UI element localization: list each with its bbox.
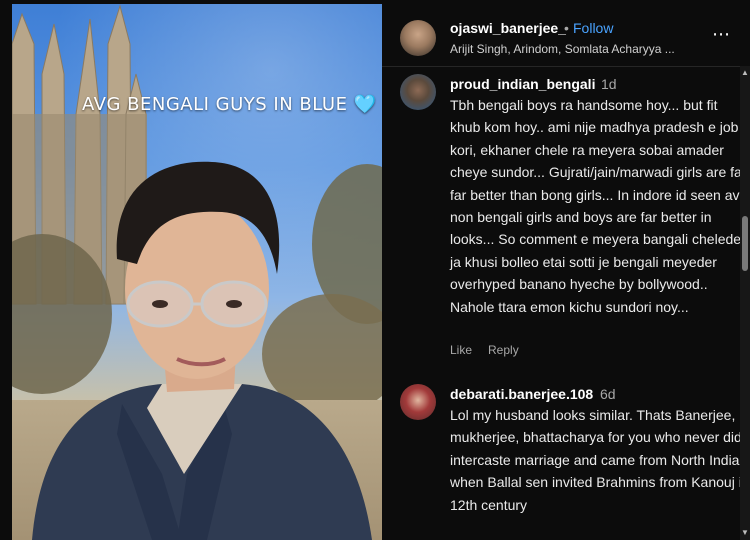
comments-panel: ojaswi_banerjee_ • Follow Arijit Singh, … [382,0,750,540]
audio-attribution[interactable]: Arijit Singh, Arindom, Somlata Acharyya … [450,42,675,56]
comment-actions: Like Reply [450,343,535,357]
heart-icon: 🩵 [353,94,377,115]
author-username[interactable]: ojaswi_banerjee_ [450,20,566,36]
scrollbar[interactable]: ▲ ▼ [740,66,750,540]
author-avatar[interactable] [400,20,436,56]
commenter-avatar[interactable] [400,384,436,420]
comment-timestamp: 6d [600,386,616,402]
scroll-up-icon[interactable]: ▲ [741,68,749,77]
follow-button[interactable]: Follow [573,20,613,36]
scroll-down-icon[interactable]: ▼ [741,528,749,537]
left-gutter [0,0,12,540]
person [32,161,372,540]
comment-username[interactable]: debarati.banerjee.108 [450,386,593,402]
comment-username[interactable]: proud_indian_bengali [450,76,595,92]
post-header: ojaswi_banerjee_ • Follow Arijit Singh, … [382,0,750,67]
video-caption: AVG BENGALI GUYS IN BLUE 🩵 [82,94,376,115]
scroll-thumb[interactable] [742,216,748,271]
commenter-avatar[interactable] [400,74,436,110]
comment-text: Tbh bengali boys ra handsome hoy... but … [450,97,748,315]
like-button[interactable]: Like [450,343,472,357]
comment-timestamp: 1d [601,76,617,92]
reel-video[interactable]: AVG BENGALI GUYS IN BLUE 🩵 [12,4,382,540]
comment-text: Lol my husband looks similar. Thats Bane… [450,407,750,513]
header-separator: • [564,20,569,36]
caption-text: AVG BENGALI GUYS IN BLUE [82,94,348,115]
reply-button[interactable]: Reply [488,343,519,357]
more-options-icon[interactable]: ⋯ [712,24,732,45]
